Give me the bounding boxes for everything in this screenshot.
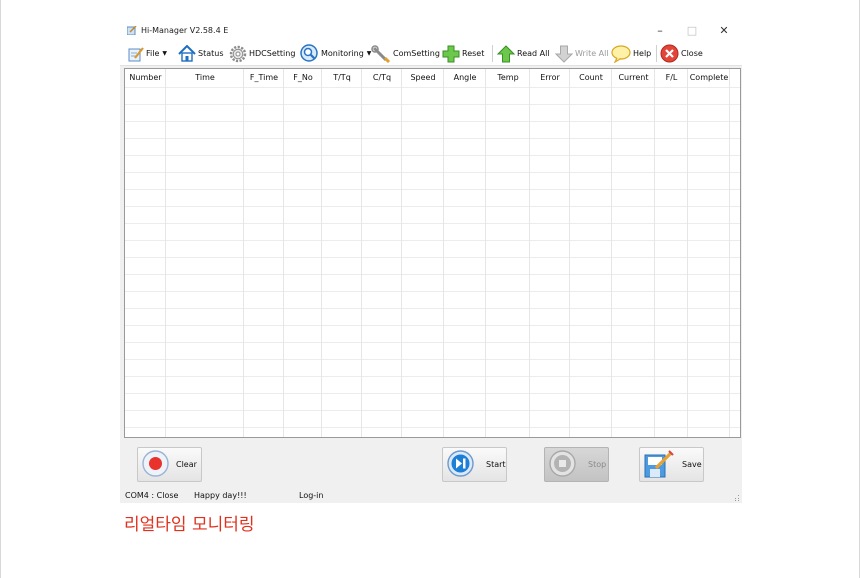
grid-column [612, 69, 655, 437]
grid-column [444, 69, 486, 437]
grid-column [244, 69, 284, 437]
save-edit-icon [644, 450, 674, 478]
minimize-button[interactable]: – [650, 23, 670, 39]
window-title: Hi-Manager V2.58.4 E [141, 26, 229, 35]
grid-column [166, 69, 244, 437]
home-icon [178, 45, 196, 62]
port-status: COM4 : Close [125, 491, 179, 500]
grid-column [688, 69, 730, 437]
plus-icon [442, 45, 460, 62]
grid-column [402, 69, 444, 437]
grid-column [655, 69, 688, 437]
arrow-down-icon [555, 45, 573, 63]
close-circle-icon [660, 44, 679, 63]
hdc-setting-button[interactable]: HDCSetting [229, 42, 295, 65]
file-edit-icon [128, 46, 144, 61]
grid-column [125, 69, 166, 437]
close-label: Close [681, 49, 703, 58]
wrench-icon [371, 44, 391, 63]
resize-grip-icon[interactable] [734, 495, 740, 501]
clear-button[interactable]: Clear [137, 447, 202, 482]
status-message: Happy day!!! [194, 491, 247, 500]
column-header[interactable]: F_Time [244, 69, 284, 87]
file-menu-button[interactable]: File ▼ [128, 42, 167, 65]
column-header[interactable]: Error [530, 69, 570, 87]
column-header[interactable]: F/L [655, 69, 688, 87]
column-header[interactable]: F_No [284, 69, 322, 87]
grid-column [322, 69, 362, 437]
title-bar: Hi-Manager V2.58.4 E – □ ✕ [120, 20, 742, 42]
gear-icon [229, 45, 247, 62]
magnifier-icon [300, 44, 318, 62]
status-bar: COM4 : Close Happy day!!! Log-in [120, 489, 742, 503]
toolbar-separator [492, 45, 493, 62]
maximize-button[interactable]: □ [682, 23, 702, 39]
grid-column [362, 69, 402, 437]
column-header[interactable]: T/Tq [322, 69, 362, 87]
close-button[interactable]: Close [660, 42, 703, 65]
column-header[interactable]: Time [166, 69, 244, 87]
write-all-label: Write All [575, 49, 609, 58]
arrow-up-icon [497, 44, 515, 62]
column-header[interactable]: Number [125, 69, 166, 87]
monitoring-label: Monitoring [321, 49, 364, 58]
column-header[interactable]: C/Tq [362, 69, 402, 87]
start-button[interactable]: Start [442, 447, 507, 482]
column-header[interactable]: Temp [486, 69, 530, 87]
read-all-label: Read All [517, 49, 550, 58]
window-close-button[interactable]: ✕ [714, 23, 734, 39]
clear-label: Clear [176, 460, 197, 469]
grid-column [570, 69, 612, 437]
save-label: Save [682, 460, 702, 469]
stop-label: Stop [588, 460, 607, 469]
toolbar-separator [656, 45, 657, 62]
app-icon [127, 26, 137, 35]
toolbar: File ▼ Status HDCSetting Monitoring ▼ Co… [120, 42, 742, 66]
app-window: Hi-Manager V2.58.4 E – □ ✕ File ▼ Status [120, 20, 742, 503]
reset-label: Reset [462, 49, 485, 58]
grid-column [486, 69, 530, 437]
com-setting-button[interactable]: ComSetting [371, 42, 440, 65]
login-status: Log-in [299, 491, 324, 500]
help-label: Help [633, 49, 652, 58]
help-button[interactable]: Help [611, 42, 651, 65]
stop-button[interactable]: Stop [544, 447, 609, 482]
play-pause-icon [447, 450, 474, 477]
save-button[interactable]: Save [639, 447, 704, 482]
read-all-button[interactable]: Read All [497, 42, 550, 65]
grid-column [530, 69, 570, 437]
column-header[interactable]: Speed [402, 69, 444, 87]
monitoring-button[interactable]: Monitoring ▼ [300, 42, 371, 65]
column-header[interactable]: Count [570, 69, 612, 87]
write-all-button[interactable]: Write All [555, 42, 609, 65]
column-header[interactable]: Angle [444, 69, 486, 87]
hdc-setting-label: HDCSetting [249, 49, 296, 58]
grid-column [284, 69, 322, 437]
status-label: Status [198, 49, 224, 58]
file-menu-label: File [146, 49, 160, 58]
start-label: Start [486, 460, 506, 469]
status-button[interactable]: Status [178, 42, 224, 65]
record-icon [142, 450, 169, 477]
column-header[interactable]: Current [612, 69, 655, 87]
com-setting-label: ComSetting [393, 49, 440, 58]
stop-icon [549, 450, 576, 477]
chevron-down-icon: ▼ [162, 50, 168, 57]
data-grid[interactable]: Number Time F_Time F_No T/Tq C/Tq Speed Angle Te… [124, 68, 741, 438]
caption: 리얼타임 모니터링 [124, 515, 255, 535]
speech-bubble-icon [611, 44, 631, 63]
column-header[interactable]: Complete [688, 69, 730, 87]
reset-button[interactable]: Reset [442, 42, 484, 65]
